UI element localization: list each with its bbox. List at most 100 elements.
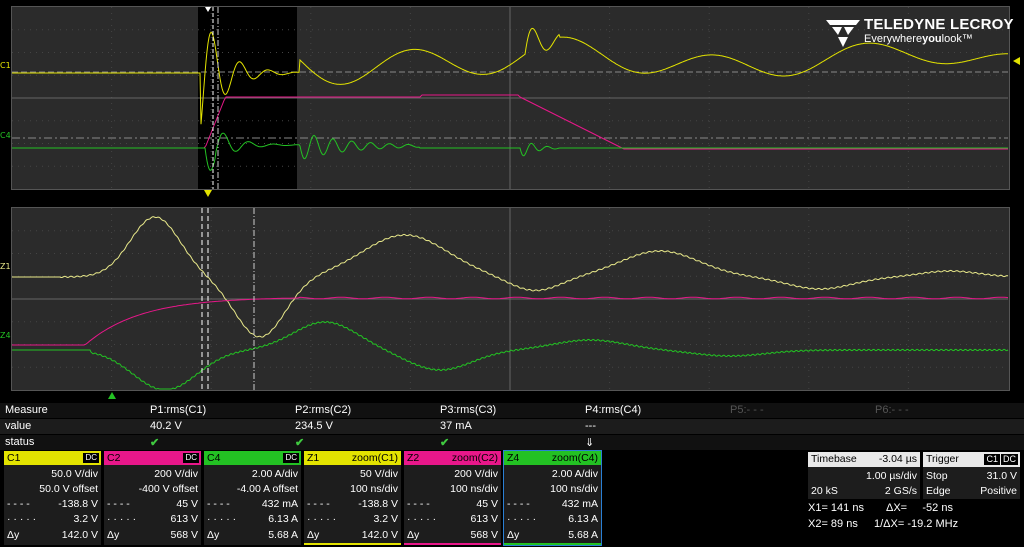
lower-trigger-marker	[108, 392, 116, 399]
measure-value-row: value 40.2 V 234.5 V 37 mA ---	[0, 419, 1024, 434]
timebase-box[interactable]: Timebase -3.04 µs 1.00 µs/div 20 kS 2 GS…	[808, 452, 920, 499]
measure-p4-header[interactable]: P4:rms(C4)	[585, 404, 641, 416]
cursor1-value: 432 mA	[261, 498, 298, 510]
cursor2-value: 3.2 V	[373, 513, 398, 525]
channel-box-z4[interactable]: Z4 zoom(C4) 2.00 A/div 100 ns/div - - - - 432…	[503, 450, 602, 546]
offset-value: 100 ns/div	[550, 483, 598, 495]
teledyne-lecroy-logo: TELEDYNE LECROY Everywhereyoulook™	[826, 16, 1016, 50]
delta-y-label: Δy	[507, 529, 520, 541]
delta-y-value: 5.68 A	[268, 529, 298, 541]
p3-status-check-icon: ✔	[440, 437, 450, 449]
trace-label-z4[interactable]: Z4	[0, 331, 11, 340]
delta-y-label: Δy	[7, 529, 20, 541]
channel-name: Z1	[307, 452, 320, 464]
zoom-indicator-bar	[504, 543, 601, 545]
measure-value-label: value	[5, 420, 32, 432]
zoom-indicator-bar	[404, 543, 501, 545]
offset-value: 100 ns/div	[350, 483, 398, 495]
cursor2-marker: · · · · ·	[107, 513, 137, 525]
zoom-caption: zoom(C4)	[551, 452, 598, 464]
vertical-scale: 200 V/div	[454, 468, 498, 480]
brand-tagline: Everywhereyoulook™	[864, 33, 973, 45]
trace-label-c1[interactable]: C1	[0, 61, 11, 70]
timebase-rate: 2 GS/s	[884, 485, 917, 497]
measure-p2-header[interactable]: P2:rms(C2)	[295, 404, 351, 416]
delta-y-label: Δy	[107, 529, 120, 541]
timebase-per-div: 1.00 µs/div	[866, 470, 917, 482]
trigger-type: Edge	[926, 485, 951, 497]
delta-y-value: 568 V	[470, 529, 498, 541]
trigger-coupling: DC	[1001, 454, 1018, 465]
offset-value: -4.00 A offset	[236, 483, 298, 495]
lower-graticule	[12, 208, 1008, 390]
cursor1-value: 432 mA	[561, 498, 598, 510]
channel-box-c1[interactable]: C1 DC 50.0 V/div 50.0 V offset - - - - -138.8…	[4, 451, 101, 545]
offset-value: -400 V offset	[138, 483, 198, 495]
cursor1-value: 45 V	[176, 498, 198, 510]
cursor1-marker: - - - -	[307, 498, 330, 510]
cursor-x1-readout: X1= 141 ns	[808, 502, 864, 514]
cursor-x2-readout: X2= 89 ns	[808, 518, 858, 530]
teledyne-logo-icon	[826, 20, 860, 47]
coupling-badge: DC	[283, 453, 299, 463]
zoom-caption: zoom(C1)	[351, 452, 398, 464]
delta-y-value: 142.0 V	[361, 529, 398, 541]
trigger-label: Trigger	[926, 453, 959, 465]
vertical-scale: 2.00 A/div	[551, 468, 598, 480]
delta-y-value: 142.0 V	[61, 529, 98, 541]
measure-p6-header[interactable]: P6:- - -	[875, 404, 909, 416]
channel-box-c4[interactable]: C4 DC 2.00 A/div -4.00 A offset - - - - 432 m…	[204, 451, 301, 545]
trigger-mode: Stop	[926, 470, 948, 482]
p1-status-check-icon: ✔	[150, 437, 160, 449]
channel-name: Z2	[407, 452, 420, 464]
cursor1-marker: - - - -	[107, 498, 130, 510]
delta-y-label: Δy	[307, 529, 320, 541]
channel-name: Z4	[507, 452, 520, 464]
zoom-caption: zoom(C2)	[451, 452, 498, 464]
timebase-label: Timebase	[811, 453, 857, 465]
cursor1-value: -138.8 V	[358, 498, 398, 510]
cursor2-marker: · · · · ·	[507, 513, 537, 525]
measure-p3-header[interactable]: P3:rms(C3)	[440, 404, 496, 416]
cursor2-value: 6.13 A	[268, 513, 298, 525]
zoom-indicator-bar	[304, 543, 401, 545]
channel-name: C2	[107, 452, 121, 464]
measure-p1-header[interactable]: P1:rms(C1)	[150, 404, 206, 416]
measure-p2-value: 234.5 V	[295, 420, 333, 432]
channel-name: C1	[7, 452, 21, 464]
cursor2-marker: · · · · ·	[7, 513, 37, 525]
measure-p3-value: 37 mA	[440, 420, 472, 432]
vertical-scale: 50.0 V/div	[51, 468, 98, 480]
cursor1-marker: - - - -	[207, 498, 230, 510]
channel-box-z2[interactable]: Z2 zoom(C2) 200 V/div 100 ns/div - - - - 45 V…	[404, 451, 501, 545]
measure-p1-value: 40.2 V	[150, 420, 182, 432]
measure-header-row: Measure P1:rms(C1) P2:rms(C2) P3:rms(C3)…	[0, 403, 1024, 418]
measure-status-row: status ✔ ✔ ✔ ⇓	[0, 435, 1024, 450]
trigger-source: C1	[984, 454, 1000, 465]
trace-label-c4[interactable]: C4	[0, 131, 11, 140]
coupling-badge: DC	[83, 453, 99, 463]
channel-box-z1[interactable]: Z1 zoom(C1) 50 V/div 100 ns/div - - - - -138.…	[304, 451, 401, 545]
cursor1-marker: - - - -	[7, 498, 30, 510]
cursor-dx-readout: ΔX= -52 ns	[886, 502, 953, 514]
measure-p4-value: ---	[585, 420, 596, 432]
delta-y-label: Δy	[407, 529, 420, 541]
lower-waveform-area	[12, 208, 1009, 399]
trigger-level: 31.0 V	[986, 470, 1017, 482]
coupling-badge: DC	[183, 453, 199, 463]
trace-label-z1[interactable]: Z1	[0, 262, 11, 271]
trigger-box[interactable]: Trigger C1 DC Stop 31.0 V Edge Positive	[923, 452, 1020, 499]
cursor1-marker: - - - -	[507, 498, 530, 510]
channel-box-c2[interactable]: C2 DC 200 V/div -400 V offset - - - - 45 V · ·…	[104, 451, 201, 545]
vertical-scale: 50 V/div	[360, 468, 398, 480]
p2-status-check-icon: ✔	[295, 437, 305, 449]
measure-p5-header[interactable]: P5:- - -	[730, 404, 764, 416]
delta-y-value: 5.68 A	[568, 529, 598, 541]
p4-status-down-arrow-icon: ⇓	[585, 437, 595, 449]
measure-table: Measure P1:rms(C1) P2:rms(C2) P3:rms(C3)…	[0, 403, 1024, 450]
offset-value: 50.0 V offset	[39, 483, 98, 495]
measure-label[interactable]: Measure	[5, 404, 48, 416]
vertical-scale: 200 V/div	[154, 468, 198, 480]
cursor1-value: -138.8 V	[58, 498, 98, 510]
timebase-delay: -3.04 µs	[878, 453, 917, 465]
